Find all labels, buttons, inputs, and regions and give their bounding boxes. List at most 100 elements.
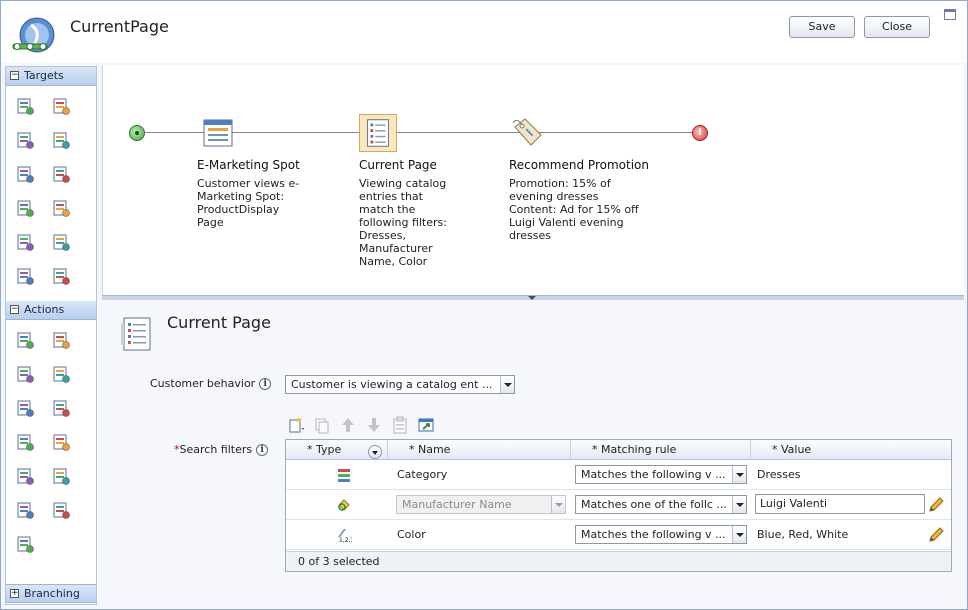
palette-item-registration[interactable] bbox=[12, 264, 38, 287]
display-category-icon bbox=[17, 366, 34, 383]
palette-item-category[interactable] bbox=[12, 196, 38, 219]
filters-toolbar bbox=[286, 415, 436, 435]
description-line: Content: Ad for 15% off bbox=[509, 203, 639, 216]
expand-icon[interactable]: + bbox=[10, 589, 19, 598]
column-menu-icon[interactable] bbox=[368, 445, 382, 459]
collapse-icon[interactable]: − bbox=[10, 305, 19, 314]
column-header-matching-rule[interactable]: * Matching rule bbox=[571, 440, 751, 460]
targets-grid bbox=[12, 94, 84, 287]
customer-behavior-select[interactable]: Customer is viewing a catalog ent ... bbox=[285, 375, 515, 394]
maximize-icon[interactable] bbox=[944, 9, 956, 20]
edit-pencil-icon[interactable] bbox=[927, 496, 945, 514]
column-label: * Value bbox=[772, 443, 812, 456]
e-marketing-spot-icon[interactable] bbox=[200, 115, 236, 151]
palette-item-display-category[interactable] bbox=[12, 362, 38, 385]
shopping-bag-icon bbox=[53, 200, 70, 217]
collapse-icon[interactable]: − bbox=[10, 71, 19, 80]
info-icon[interactable]: i bbox=[259, 378, 272, 390]
select-value: Customer is viewing a catalog ent ... bbox=[291, 378, 493, 391]
description-line: dresses bbox=[509, 229, 551, 242]
palette-item-social-commerce[interactable] bbox=[12, 230, 38, 253]
open-window-icon bbox=[418, 418, 434, 432]
palette-section-targets[interactable]: − Targets bbox=[6, 67, 96, 86]
recommend-promotion-icon bbox=[17, 400, 34, 417]
flow-node-title[interactable]: Current Page bbox=[359, 158, 437, 172]
palette-item-shopping-cart[interactable] bbox=[48, 94, 74, 117]
palette-item-edit-segment[interactable] bbox=[48, 430, 74, 453]
palette-item-display-ad[interactable] bbox=[48, 498, 74, 521]
palette-section-branching[interactable]: + Branching bbox=[6, 584, 96, 603]
palette-item-customer-segment[interactable] bbox=[12, 94, 38, 117]
table-row[interactable]: 1,2,3 Color Matches the following v ... … bbox=[286, 520, 951, 550]
open-in-window-button[interactable] bbox=[416, 415, 436, 435]
palette-item-search-criteria[interactable] bbox=[48, 264, 74, 287]
clipboard-icon bbox=[393, 416, 407, 434]
table-row[interactable]: Category Matches the following v ... Dre… bbox=[286, 460, 951, 490]
palette-item-recommend-promotion[interactable] bbox=[12, 396, 38, 419]
purchase-history-icon bbox=[53, 166, 70, 183]
palette-item-display-content[interactable] bbox=[12, 328, 38, 351]
chevron-down-icon[interactable] bbox=[500, 376, 514, 393]
chevron-down-icon[interactable] bbox=[732, 496, 746, 513]
palette-item-custom-action[interactable] bbox=[12, 532, 38, 555]
palette-item-catalog-entries[interactable] bbox=[12, 162, 38, 185]
move-down-button[interactable] bbox=[364, 415, 384, 435]
column-header-value[interactable]: * Value bbox=[751, 440, 951, 460]
calendar-icon bbox=[53, 234, 70, 251]
section-label: Actions bbox=[24, 303, 65, 316]
palette-item-add-to-cart[interactable] bbox=[48, 396, 74, 419]
palette-item-send-message[interactable] bbox=[12, 430, 38, 453]
actions-grid bbox=[12, 328, 84, 555]
column-label: * Type bbox=[307, 443, 342, 456]
edit-segment-icon bbox=[53, 434, 70, 451]
matching-rule-select[interactable]: Matches the following v ... bbox=[575, 465, 747, 484]
palette-section-actions[interactable]: − Actions bbox=[6, 301, 96, 320]
palette-item-calendar[interactable] bbox=[48, 230, 74, 253]
description-line: Luigi Valenti evening bbox=[509, 216, 624, 229]
grid-header: * Type * Name * Matching rule * Value bbox=[286, 440, 951, 460]
properties-panel: Current Page Customer behavior i Customer… bbox=[102, 300, 964, 606]
palette-item-purchase-history[interactable] bbox=[48, 162, 74, 185]
save-button[interactable]: Save bbox=[789, 16, 855, 38]
properties-title: Current Page bbox=[167, 313, 271, 332]
column-header-name[interactable]: * Name bbox=[388, 440, 571, 460]
palette-item-display-list[interactable] bbox=[48, 362, 74, 385]
edit-pencil-icon[interactable] bbox=[927, 526, 945, 544]
catalog-browsing-icon bbox=[17, 132, 34, 149]
chevron-down-icon[interactable] bbox=[732, 466, 746, 483]
value-input[interactable]: Luigi Valenti bbox=[755, 494, 925, 514]
chevron-down-icon[interactable] bbox=[732, 526, 746, 543]
copy-button[interactable] bbox=[312, 415, 332, 435]
palette-item-current-page[interactable] bbox=[48, 128, 74, 151]
flow-node-title[interactable]: Recommend Promotion bbox=[509, 158, 649, 172]
current-page-icon[interactable] bbox=[359, 114, 397, 152]
customer-behavior-label: Customer behavior i bbox=[150, 377, 272, 390]
promotion-tag-icon[interactable] bbox=[509, 115, 545, 151]
start-node[interactable] bbox=[129, 125, 145, 141]
search-filters-grid: * Type * Name * Matching rule * Value Ca… bbox=[285, 439, 952, 572]
display-content-icon bbox=[17, 332, 34, 349]
table-row[interactable]: Manufacturer Name Matches one of the fol… bbox=[286, 490, 951, 520]
palette-item-display-entry[interactable] bbox=[48, 328, 74, 351]
name-select[interactable]: Manufacturer Name bbox=[396, 495, 566, 514]
add-segment-icon bbox=[17, 468, 34, 485]
flow-node-title[interactable]: E-Marketing Spot bbox=[197, 158, 300, 172]
attribute-type-icon bbox=[338, 499, 350, 511]
end-node[interactable]: ! bbox=[692, 125, 708, 141]
clipboard-button[interactable] bbox=[390, 415, 410, 435]
palette-item-catalog-browsing[interactable] bbox=[12, 128, 38, 151]
column-label: * Matching rule bbox=[592, 443, 677, 456]
move-up-button[interactable] bbox=[338, 415, 358, 435]
palette-item-note[interactable] bbox=[48, 464, 74, 487]
info-icon[interactable]: i bbox=[256, 444, 269, 456]
palette-item-web-activity[interactable] bbox=[12, 498, 38, 521]
description-line: Marketing Spot: bbox=[197, 190, 285, 203]
palette-item-add-segment[interactable] bbox=[12, 464, 38, 487]
palette-item-shopping-bag[interactable] bbox=[48, 196, 74, 219]
matching-rule-select[interactable]: Matches one of the follc ... bbox=[575, 495, 747, 514]
matching-rule-select[interactable]: Matches the following v ... bbox=[575, 525, 747, 544]
chevron-down-icon[interactable] bbox=[551, 496, 565, 513]
close-button[interactable]: Close bbox=[864, 16, 930, 38]
new-filter-button[interactable] bbox=[286, 415, 306, 435]
column-header-type[interactable]: * Type bbox=[286, 440, 388, 460]
